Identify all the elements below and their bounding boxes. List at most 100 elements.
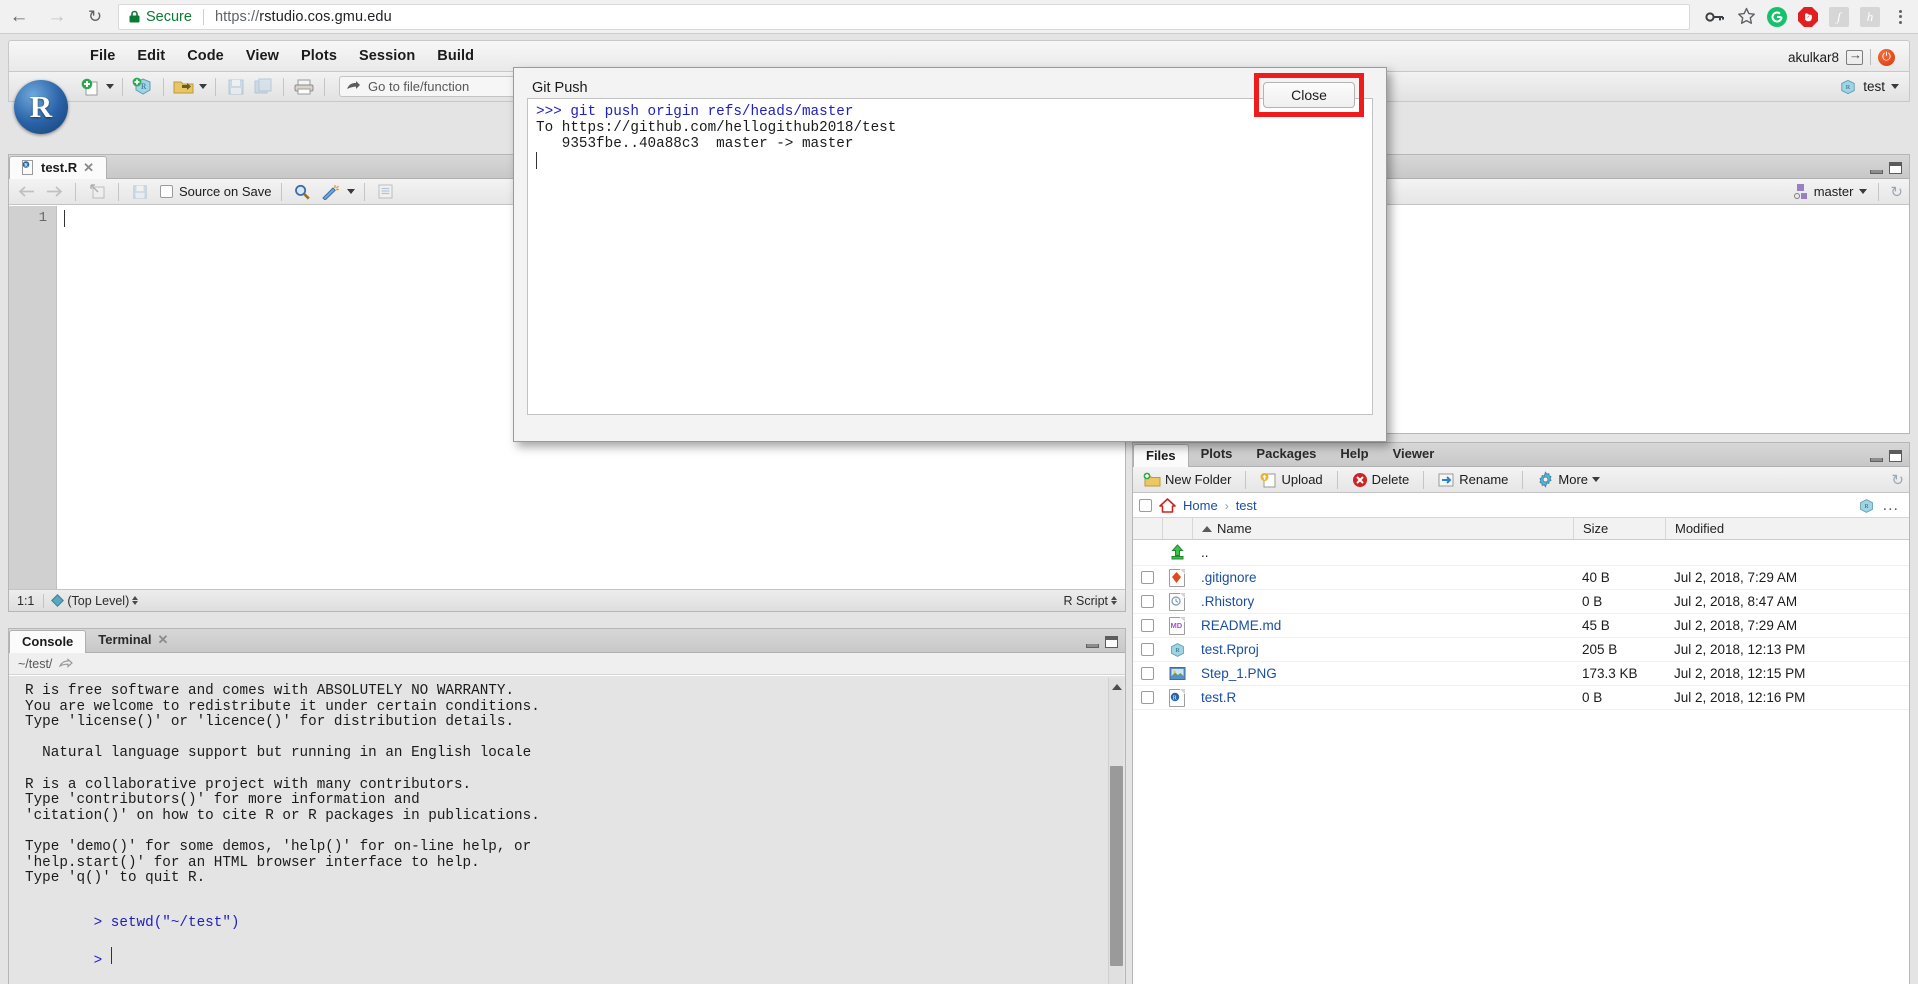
console-tab-label: Console xyxy=(22,633,74,649)
console-scrollbar[interactable] xyxy=(1108,678,1123,984)
browser-menu-icon[interactable] xyxy=(1886,2,1914,32)
maximize-icon[interactable] xyxy=(1889,162,1902,174)
project-dropdown-caret[interactable] xyxy=(1891,84,1899,89)
hypothesis-glyph: h xyxy=(1860,6,1880,27)
scrollbar-thumb[interactable] xyxy=(1110,766,1123,966)
menu-session[interactable]: Session xyxy=(348,44,426,68)
more-dropdown-caret[interactable] xyxy=(1592,477,1601,482)
reload-icon[interactable]: ↻ xyxy=(76,0,114,34)
signout-icon[interactable] xyxy=(1846,47,1863,65)
breadcrumb-home[interactable]: Home xyxy=(1183,498,1218,513)
more-button[interactable]: More xyxy=(1532,469,1605,490)
menu-build[interactable]: Build xyxy=(426,44,485,68)
table-row[interactable]: R test.Rproj 205 B Jul 2, 2018, 12:13 PM xyxy=(1133,638,1909,662)
branch-dropdown-caret[interactable] xyxy=(1859,189,1868,194)
menu-edit[interactable]: Edit xyxy=(126,44,176,68)
maximize-icon[interactable] xyxy=(1105,636,1118,648)
minimize-icon[interactable] xyxy=(1870,458,1883,462)
tab-close-icon[interactable]: ✕ xyxy=(83,160,94,176)
column-name[interactable]: Name xyxy=(1192,518,1573,539)
column-modified[interactable]: Modified xyxy=(1665,518,1909,539)
file-name-link[interactable]: Step_1.PNG xyxy=(1192,666,1573,681)
adobe-acrobat-extension-icon[interactable]: ʃ xyxy=(1824,2,1854,32)
sort-ascending-icon xyxy=(1202,525,1212,532)
rename-button[interactable]: Rename xyxy=(1433,470,1513,490)
acrobat-glyph: ʃ xyxy=(1829,6,1849,27)
files-refresh-icon[interactable]: ↻ xyxy=(1891,471,1904,489)
menu-file[interactable]: File xyxy=(79,44,126,68)
file-name-link[interactable]: README.md xyxy=(1192,618,1573,633)
minimize-icon[interactable] xyxy=(1870,170,1883,174)
hypothesis-extension-icon[interactable]: h xyxy=(1855,2,1885,32)
new-folder-button[interactable]: New Folder xyxy=(1138,470,1236,490)
menu-view[interactable]: View xyxy=(235,44,290,68)
open-file-dropdown-caret[interactable] xyxy=(199,84,207,89)
adblock-extension-icon[interactable] xyxy=(1793,2,1823,32)
project-selector[interactable]: R test xyxy=(1839,79,1899,95)
row-checkbox[interactable] xyxy=(1133,691,1162,704)
tab-plots[interactable]: Plots xyxy=(1189,443,1245,466)
parent-dir-label[interactable]: .. xyxy=(1192,545,1573,560)
bookmark-star-icon[interactable] xyxy=(1731,2,1761,32)
delete-button[interactable]: Delete xyxy=(1347,470,1415,490)
close-button[interactable]: Close xyxy=(1263,82,1355,108)
tab-viewer[interactable]: Viewer xyxy=(1381,443,1447,466)
row-checkbox[interactable] xyxy=(1133,571,1162,584)
breadcrumb-more-icon[interactable]: ... xyxy=(1883,497,1899,515)
row-checkbox[interactable] xyxy=(1133,667,1162,680)
file-name-link[interactable]: .Rhistory xyxy=(1192,594,1573,609)
tab-terminal[interactable]: Terminal ✕ xyxy=(86,629,180,652)
terminal-tab-close-icon[interactable]: ✕ xyxy=(158,632,169,648)
select-all-checkbox[interactable] xyxy=(1139,499,1152,512)
new-project-icon[interactable]: R xyxy=(131,76,155,98)
file-name-link[interactable]: test.R xyxy=(1192,690,1573,705)
code-tools-wand-icon[interactable] xyxy=(319,181,343,203)
row-checkbox[interactable] xyxy=(1133,619,1162,632)
console-prompt-area[interactable]: > setwd("~/test") > xyxy=(9,900,1125,984)
push-command-line: >>> git push origin refs/heads/master xyxy=(536,104,854,120)
open-folder-icon[interactable] xyxy=(172,76,196,98)
minimize-icon[interactable] xyxy=(1086,644,1099,648)
branch-label[interactable]: master xyxy=(1814,184,1854,199)
scroll-up-arrow-icon[interactable] xyxy=(1112,684,1122,690)
table-row[interactable]: MD README.md 45 B Jul 2, 2018, 7:29 AM xyxy=(1133,614,1909,638)
filetype-chevron-icon[interactable] xyxy=(1111,596,1117,605)
quit-session-icon[interactable]: ⏻ xyxy=(1878,48,1895,66)
address-bar[interactable]: Secure https://rstudio.cos.gmu.edu xyxy=(118,3,1690,30)
source-on-save-checkbox[interactable] xyxy=(160,185,173,198)
grammarly-extension-icon[interactable] xyxy=(1762,2,1792,32)
tab-test-r[interactable]: R test.R ✕ xyxy=(9,156,108,179)
upload-button[interactable]: Upload xyxy=(1255,470,1327,490)
tab-packages[interactable]: Packages xyxy=(1244,443,1328,466)
show-in-new-window-icon[interactable] xyxy=(85,181,109,203)
find-replace-icon[interactable] xyxy=(291,181,315,203)
row-checkbox[interactable] xyxy=(1133,595,1162,608)
table-row[interactable]: Step_1.PNG 173.3 KB Jul 2, 2018, 12:15 P… xyxy=(1133,662,1909,686)
table-row[interactable]: .. xyxy=(1133,540,1909,566)
code-tools-caret[interactable] xyxy=(346,189,355,194)
back-arrow-icon[interactable]: ← xyxy=(0,0,38,34)
filetype-label[interactable]: R Script xyxy=(1064,594,1108,608)
document-outline-icon[interactable] xyxy=(374,181,398,203)
column-size[interactable]: Size xyxy=(1573,518,1665,539)
scope-label[interactable]: (Top Level) xyxy=(67,594,129,608)
new-file-dropdown-caret[interactable] xyxy=(106,84,114,89)
table-row[interactable]: .Rhistory 0 B Jul 2, 2018, 8:47 AM xyxy=(1133,590,1909,614)
tab-console[interactable]: Console xyxy=(9,630,87,653)
tab-help[interactable]: Help xyxy=(1328,443,1380,466)
refresh-icon[interactable]: ↻ xyxy=(1890,183,1903,201)
table-row[interactable]: .gitignore 40 B Jul 2, 2018, 7:29 AM xyxy=(1133,566,1909,590)
scope-chevron-icon[interactable] xyxy=(132,596,139,605)
file-name-link[interactable]: .gitignore xyxy=(1192,570,1573,585)
password-key-icon[interactable] xyxy=(1700,2,1730,32)
print-icon[interactable] xyxy=(292,76,316,98)
new-file-icon[interactable] xyxy=(79,76,103,98)
row-checkbox[interactable] xyxy=(1133,643,1162,656)
breadcrumb-current[interactable]: test xyxy=(1236,498,1257,513)
maximize-icon[interactable] xyxy=(1889,450,1902,462)
file-name-link[interactable]: test.Rproj xyxy=(1192,642,1573,657)
tab-files[interactable]: Files xyxy=(1133,444,1189,467)
table-row[interactable]: R test.R 0 B Jul 2, 2018, 12:16 PM xyxy=(1133,686,1909,710)
menu-plots[interactable]: Plots xyxy=(290,44,348,68)
menu-code[interactable]: Code xyxy=(176,44,235,68)
